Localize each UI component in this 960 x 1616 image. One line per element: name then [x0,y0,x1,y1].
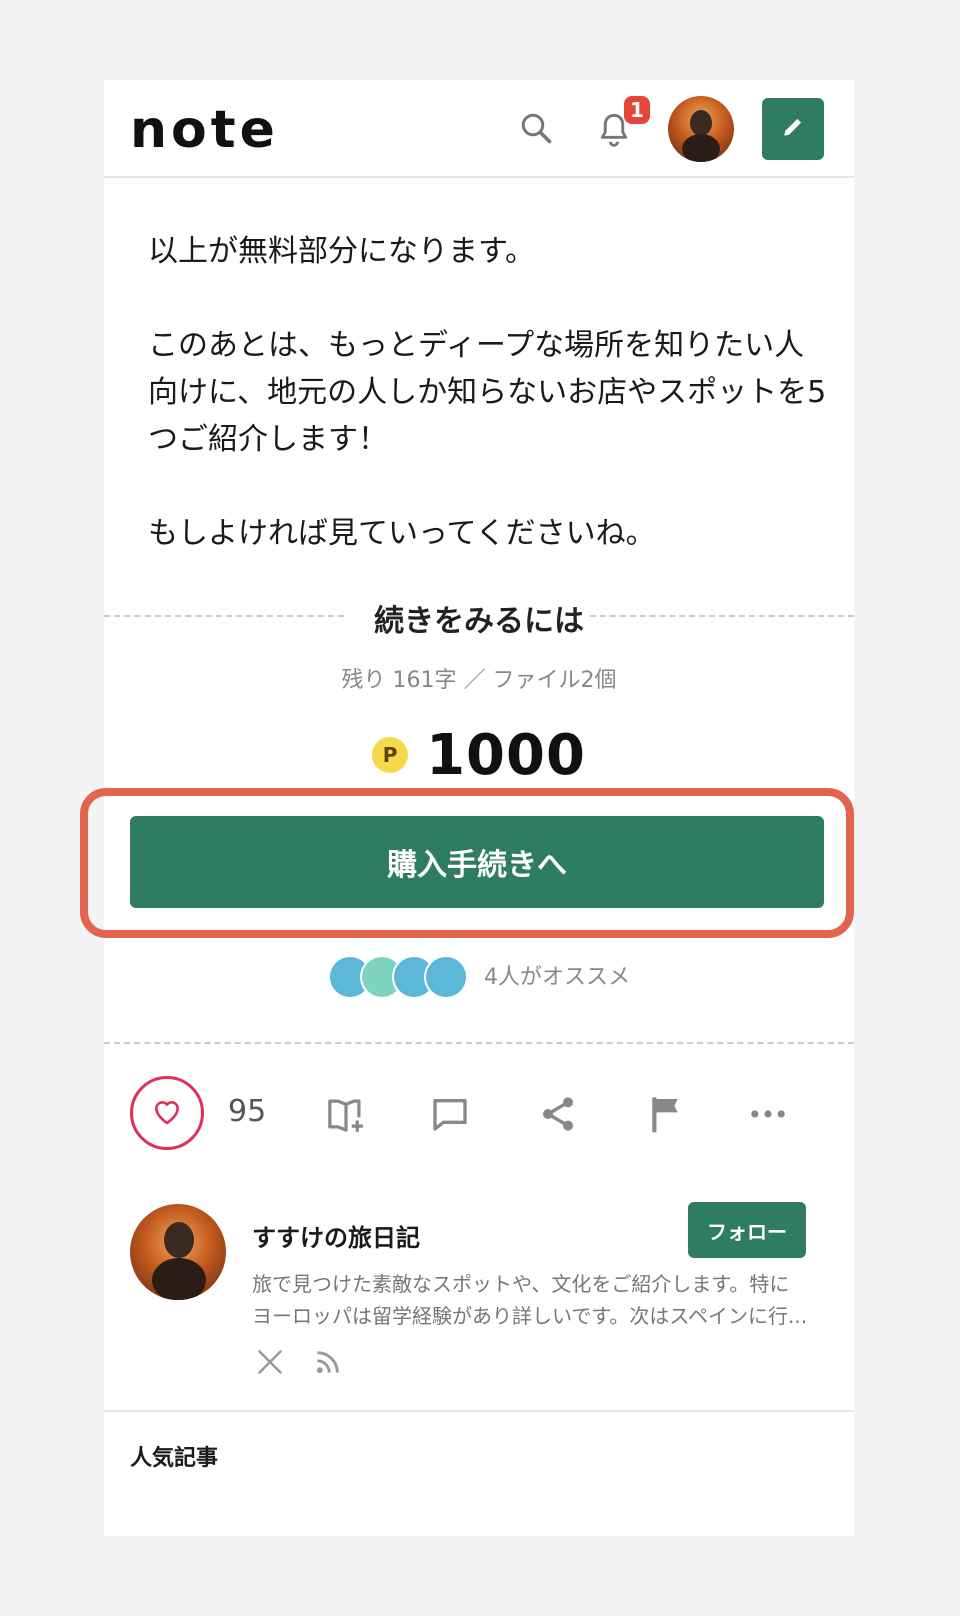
rss-icon[interactable] [314,1348,346,1380]
search-icon[interactable] [516,108,556,148]
header: note 1 [104,80,854,178]
divider [104,1042,854,1044]
flag-icon[interactable] [644,1092,688,1136]
price-row: P 1000 [104,720,854,790]
remaining-info: 残り 161字 ／ ファイル2個 [341,668,617,693]
paywall-title: 続きをみるには [374,604,584,639]
price: 1000 [426,722,586,788]
more-icon[interactable] [746,1092,790,1136]
recommend-row[interactable]: 4人がオススメ [104,950,854,1000]
popular-articles-title: 人気記事 [130,1446,219,1471]
write-button[interactable] [762,98,824,160]
action-bar: 95 [104,1076,854,1156]
article-paragraph: もしよければ見ていってくださいね。 [148,516,656,551]
recommend-text: 4人がオススメ [484,965,630,990]
author-description-line: ヨーロッパは留学経験があり詳しいです。次はスペインに行... [252,1304,808,1328]
like-count: 95 [228,1094,267,1129]
article-body: 以上が無料部分になります。 このあとは、もっとディープな場所を知りたい人向けに、… [148,228,828,604]
share-icon[interactable] [536,1092,580,1136]
article-card: note 1 以上が無料部分になります。 このあとは、もっとディープな場所を知り… [80,80,854,1536]
note-logo[interactable]: note [130,100,279,160]
notification-badge: 1 [624,96,650,124]
author-description-line: 旅で見つけた素敵なスポットや、文化をご紹介します。特に [252,1272,790,1296]
author-name[interactable]: すすけの旅日記 [252,1218,420,1253]
point-icon: P [372,737,409,773]
heart-icon [151,1096,183,1130]
author-description: 旅で見つけた素敵なスポットや、文化をご紹介します。特に ヨーロッパは留学経験があ… [252,1268,812,1332]
paywall-header: 続きをみるには [104,596,854,639]
magazine-add-icon[interactable] [324,1092,368,1136]
follow-button[interactable]: フォロー [688,1202,806,1258]
recommender-avatars [328,953,468,999]
article-paragraph: 以上が無料部分になります。 [148,234,535,269]
purchase-button[interactable]: 購入手続きへ [130,816,824,908]
smiley-icon [424,955,468,999]
comment-icon[interactable] [428,1092,472,1136]
article-paragraph: このあとは、もっとディープな場所を知りたい人向けに、地元の人しか知らないお店やス… [148,328,827,457]
x-icon[interactable] [256,1348,288,1380]
pencil-icon [780,114,806,144]
like-button[interactable] [130,1076,204,1150]
author-avatar[interactable] [130,1204,226,1300]
user-avatar[interactable] [668,96,734,162]
divider [104,1410,854,1412]
